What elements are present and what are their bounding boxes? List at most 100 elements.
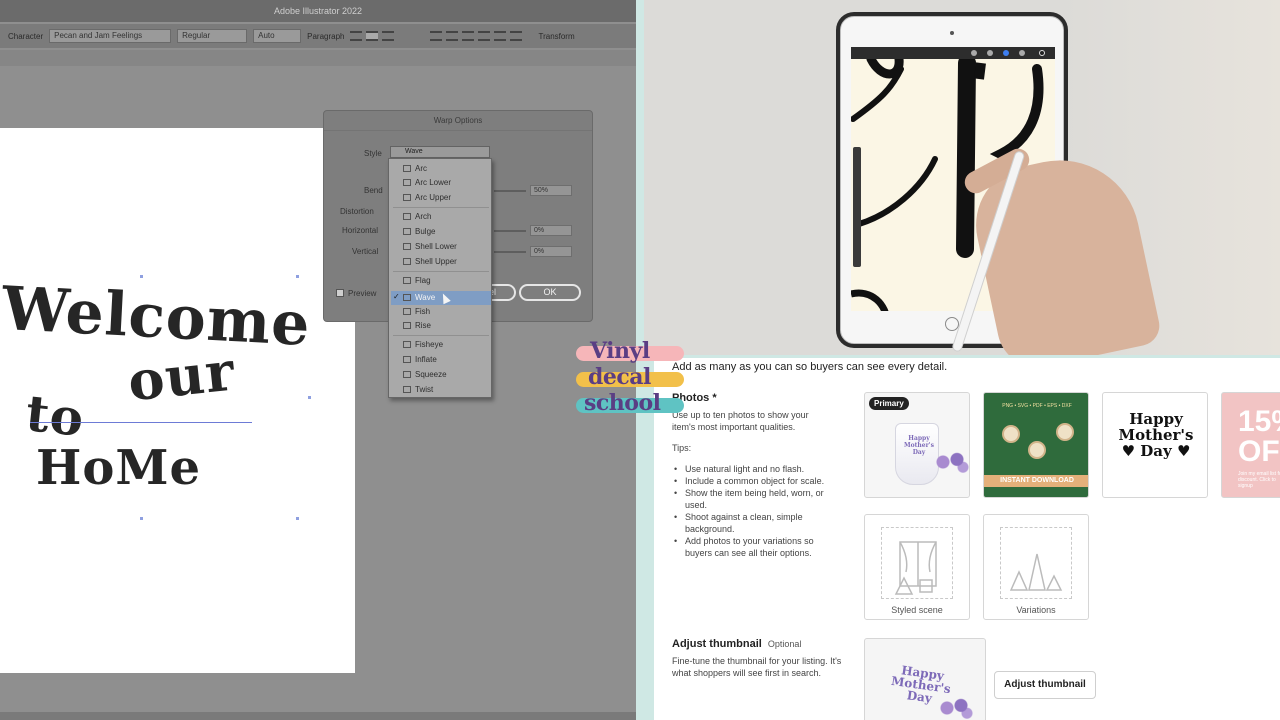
photo-tile-discount[interactable]: 15% OF Join my email list for a discount…: [1221, 392, 1280, 498]
logo-word-school: school: [584, 390, 661, 416]
transform-label[interactable]: Transform: [538, 32, 574, 41]
tip-item: Show the item being held, worn, or used.: [672, 487, 836, 511]
style-option-fish[interactable]: Fish: [403, 306, 489, 318]
align-objects-top-icon[interactable]: [478, 31, 491, 41]
flower-photo: [1028, 441, 1046, 459]
adjust-thumbnail-heading: Adjust thumbnail Optional: [672, 638, 802, 650]
file-formats-banner: PNG • SVG • PDF • EPS • DXF: [1002, 403, 1072, 409]
lavender-photo: [931, 449, 969, 475]
selection-handle[interactable]: [140, 517, 143, 520]
lavender-photo: [935, 695, 975, 720]
artwork-line-to[interactable]: to: [23, 383, 87, 448]
distortion-label: Distortion: [340, 207, 374, 216]
document-tab-bar: [0, 50, 636, 66]
styled-scene-label: Styled scene: [891, 605, 943, 615]
illustrator-window: Adobe Illustrator 2022 Character Pecan a…: [0, 0, 636, 720]
horizontal-value-field[interactable]: 0%: [530, 225, 572, 236]
align-center-icon[interactable]: [366, 31, 379, 41]
align-buttons: [350, 31, 395, 41]
adjust-thumbnail-subtext: Fine-tune the thumbnail for your listing…: [672, 656, 842, 678]
photos-intro-text: Add as many as you can so buyers can see…: [672, 361, 948, 373]
style-option-arc[interactable]: Arc: [403, 163, 489, 175]
styled-scene-slot[interactable]: Styled scene: [864, 514, 970, 620]
selection-handle[interactable]: [140, 275, 143, 278]
menu-divider: [393, 207, 489, 208]
vertical-label: Vertical: [352, 247, 379, 256]
style-option-twist[interactable]: Twist: [403, 384, 489, 396]
align-objects-right-icon[interactable]: [462, 31, 475, 41]
bend-slider[interactable]: [494, 190, 526, 192]
align-objects-middle-icon[interactable]: [494, 31, 507, 41]
align-objects-bottom-icon[interactable]: [510, 31, 523, 41]
horizontal-slider[interactable]: [494, 230, 526, 232]
adjust-thumbnail-button[interactable]: Adjust thumbnail: [994, 671, 1096, 699]
artwork-line-our[interactable]: our: [125, 339, 238, 414]
tip-item: Use natural light and no flash.: [672, 463, 836, 475]
align-left-icon[interactable]: [350, 31, 363, 41]
vertical-value-field[interactable]: 0%: [530, 246, 572, 257]
tips-label: Tips:: [672, 443, 692, 453]
logo-word-decal: decal: [588, 364, 651, 390]
style-label: Style: [364, 149, 382, 158]
style-option-bulge[interactable]: Bulge: [403, 226, 489, 238]
align-objects-left-icon[interactable]: [430, 31, 443, 41]
distribute-buttons: [430, 31, 523, 41]
style-select[interactable]: Wave: [390, 146, 490, 158]
flower-photo: [1056, 423, 1074, 441]
selection-handle[interactable]: [296, 275, 299, 278]
optional-label: Optional: [767, 639, 802, 649]
font-size-field[interactable]: Auto: [253, 29, 302, 43]
style-option-rise[interactable]: Rise: [403, 320, 489, 332]
preview-checkbox[interactable]: [336, 289, 344, 297]
style-option-arc-upper[interactable]: Arc Upper: [403, 192, 489, 204]
style-option-inflate[interactable]: Inflate: [403, 354, 489, 366]
character-label[interactable]: Character: [8, 32, 43, 41]
smudge-icon: [987, 50, 993, 56]
app-title: Adobe Illustrator 2022: [0, 0, 636, 22]
photo-tile-mockup[interactable]: PNG • SVG • PDF • EPS • DXF INSTANT DOWN…: [983, 392, 1089, 498]
text-baseline-guide: [30, 422, 252, 423]
style-option-shell-lower[interactable]: Shell Lower: [403, 241, 489, 253]
eraser-icon: [1003, 50, 1009, 56]
instant-download-banner: INSTANT DOWNLOAD: [984, 475, 1088, 487]
tip-item: Add photos to your variations so buyers …: [672, 535, 836, 559]
brush-size-sidebar: [853, 147, 861, 267]
font-style-select[interactable]: Regular: [177, 29, 248, 43]
vertical-slider[interactable]: [494, 251, 526, 253]
status-bar: [0, 712, 636, 720]
style-option-arch[interactable]: Arch: [403, 211, 489, 223]
paragraph-label[interactable]: Paragraph: [307, 32, 344, 41]
logo-word-vinyl: Vinyl: [590, 338, 650, 364]
artwork-line-home[interactable]: HoMe: [36, 440, 201, 496]
camera-icon: [950, 31, 954, 35]
font-family-select[interactable]: Pecan and Jam Feelings: [49, 29, 172, 43]
style-option-flag[interactable]: Flag: [403, 275, 489, 287]
primary-badge: Primary: [869, 397, 909, 410]
style-option-shell-upper[interactable]: Shell Upper: [403, 256, 489, 268]
style-option-arc-lower[interactable]: Arc Lower: [403, 177, 489, 189]
variations-slot[interactable]: Variations: [983, 514, 1089, 620]
bend-label: Bend: [364, 186, 383, 195]
photo-tile-primary[interactable]: Happy Mother's Day Primary: [864, 392, 970, 498]
layers-icon: [1019, 50, 1025, 56]
placeholder-frame: [1000, 527, 1072, 599]
align-right-icon[interactable]: [382, 31, 395, 41]
photo-tile-design[interactable]: Happy Mother's ♥ Day ♥: [1102, 392, 1208, 498]
tip-item: Include a common object for scale.: [672, 475, 836, 487]
style-option-fisheye[interactable]: Fisheye: [403, 339, 489, 351]
style-option-squeeze[interactable]: Squeeze: [403, 369, 489, 381]
vinyl-decal-school-logo: Vinyl decal school: [574, 338, 686, 420]
menu-divider: [393, 335, 489, 336]
ok-button[interactable]: OK: [519, 284, 581, 301]
horizontal-label: Horizontal: [342, 226, 379, 235]
align-objects-center-icon[interactable]: [446, 31, 459, 41]
cones-icon: [1009, 553, 1063, 591]
color-icon: [1039, 50, 1045, 56]
checkmark-icon: ✓: [393, 292, 400, 301]
selection-handle[interactable]: [308, 396, 311, 399]
tip-item: Shoot against a clean, simple background…: [672, 511, 836, 535]
etsy-listing-editor: Add as many as you can so buyers can see…: [654, 358, 1280, 720]
bend-value-field[interactable]: 50%: [530, 185, 572, 196]
discount-text: 15% OF: [1238, 405, 1280, 468]
selection-handle[interactable]: [296, 517, 299, 520]
